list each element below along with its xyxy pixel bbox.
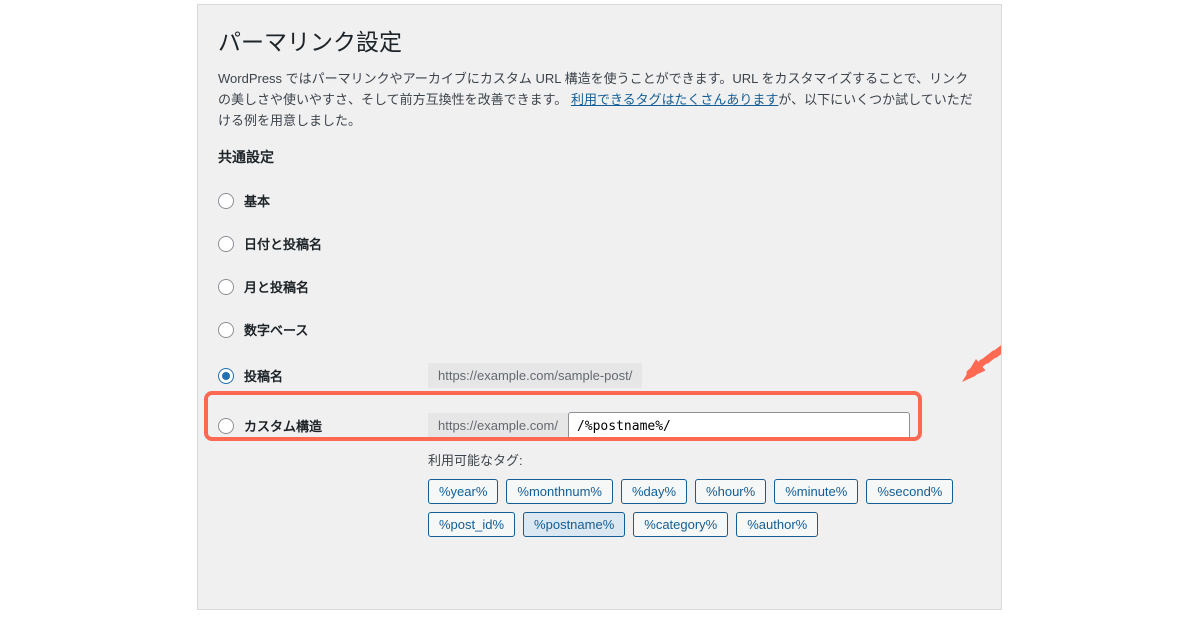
radio-datepost[interactable] (218, 236, 234, 252)
tag-pill-category[interactable]: %category% (633, 512, 728, 537)
custom-structure-input[interactable] (568, 412, 910, 440)
permalink-option-postname[interactable]: 投稿名 https://example.com/sample-post/ (218, 351, 981, 400)
intro-paragraph: WordPress ではパーマリンクやアーカイブにカスタム URL 構造を使うこ… (218, 69, 981, 131)
radio-monthpost[interactable] (218, 279, 234, 295)
tag-pill-post_id[interactable]: %post_id% (428, 512, 515, 537)
tag-pill-year[interactable]: %year% (428, 479, 498, 504)
tag-pills: %year% %monthnum% %day% %hour% %minute% %seco… (428, 479, 981, 537)
permalink-option-numeric[interactable]: 数字ベース (218, 308, 981, 351)
label-numeric: 数字ベース (244, 320, 308, 339)
radio-custom[interactable] (218, 418, 234, 434)
tag-pill-author[interactable]: %author% (736, 512, 818, 537)
label-default: 基本 (244, 191, 270, 210)
tag-pill-day[interactable]: %day% (621, 479, 687, 504)
section-title: 共通設定 (218, 147, 981, 167)
page-title: パーマリンク設定 (218, 23, 981, 57)
permalink-option-default[interactable]: 基本 (218, 179, 981, 222)
radio-numeric[interactable] (218, 322, 234, 338)
tag-pill-minute[interactable]: %minute% (774, 479, 858, 504)
tag-pill-monthnum[interactable]: %monthnum% (506, 479, 613, 504)
radio-postname[interactable] (218, 368, 234, 384)
permalink-option-custom[interactable]: カスタム構造 https://example.com/ 利用可能なタグ: %ye… (218, 400, 981, 549)
label-monthpost: 月と投稿名 (244, 277, 309, 296)
tag-pill-postname[interactable]: %postname% (523, 512, 625, 537)
label-postname: 投稿名 (244, 366, 283, 385)
label-datepost: 日付と投稿名 (244, 234, 322, 253)
label-custom: カスタム構造 (244, 416, 322, 435)
custom-base-url: https://example.com/ (428, 413, 568, 438)
permalink-option-datepost[interactable]: 日付と投稿名 (218, 222, 981, 265)
tag-pill-second[interactable]: %second% (866, 479, 953, 504)
permalink-option-monthpost[interactable]: 月と投稿名 (218, 265, 981, 308)
settings-panel: パーマリンク設定 WordPress ではパーマリンクやアーカイブにカスタム U… (197, 4, 1002, 610)
radio-default[interactable] (218, 193, 234, 209)
available-tags-link[interactable]: 利用できるタグはたくさんあります (571, 92, 778, 107)
sample-url-postname: https://example.com/sample-post/ (428, 363, 642, 388)
tag-pill-hour[interactable]: %hour% (695, 479, 766, 504)
available-tags-caption: 利用可能なタグ: (428, 450, 981, 469)
